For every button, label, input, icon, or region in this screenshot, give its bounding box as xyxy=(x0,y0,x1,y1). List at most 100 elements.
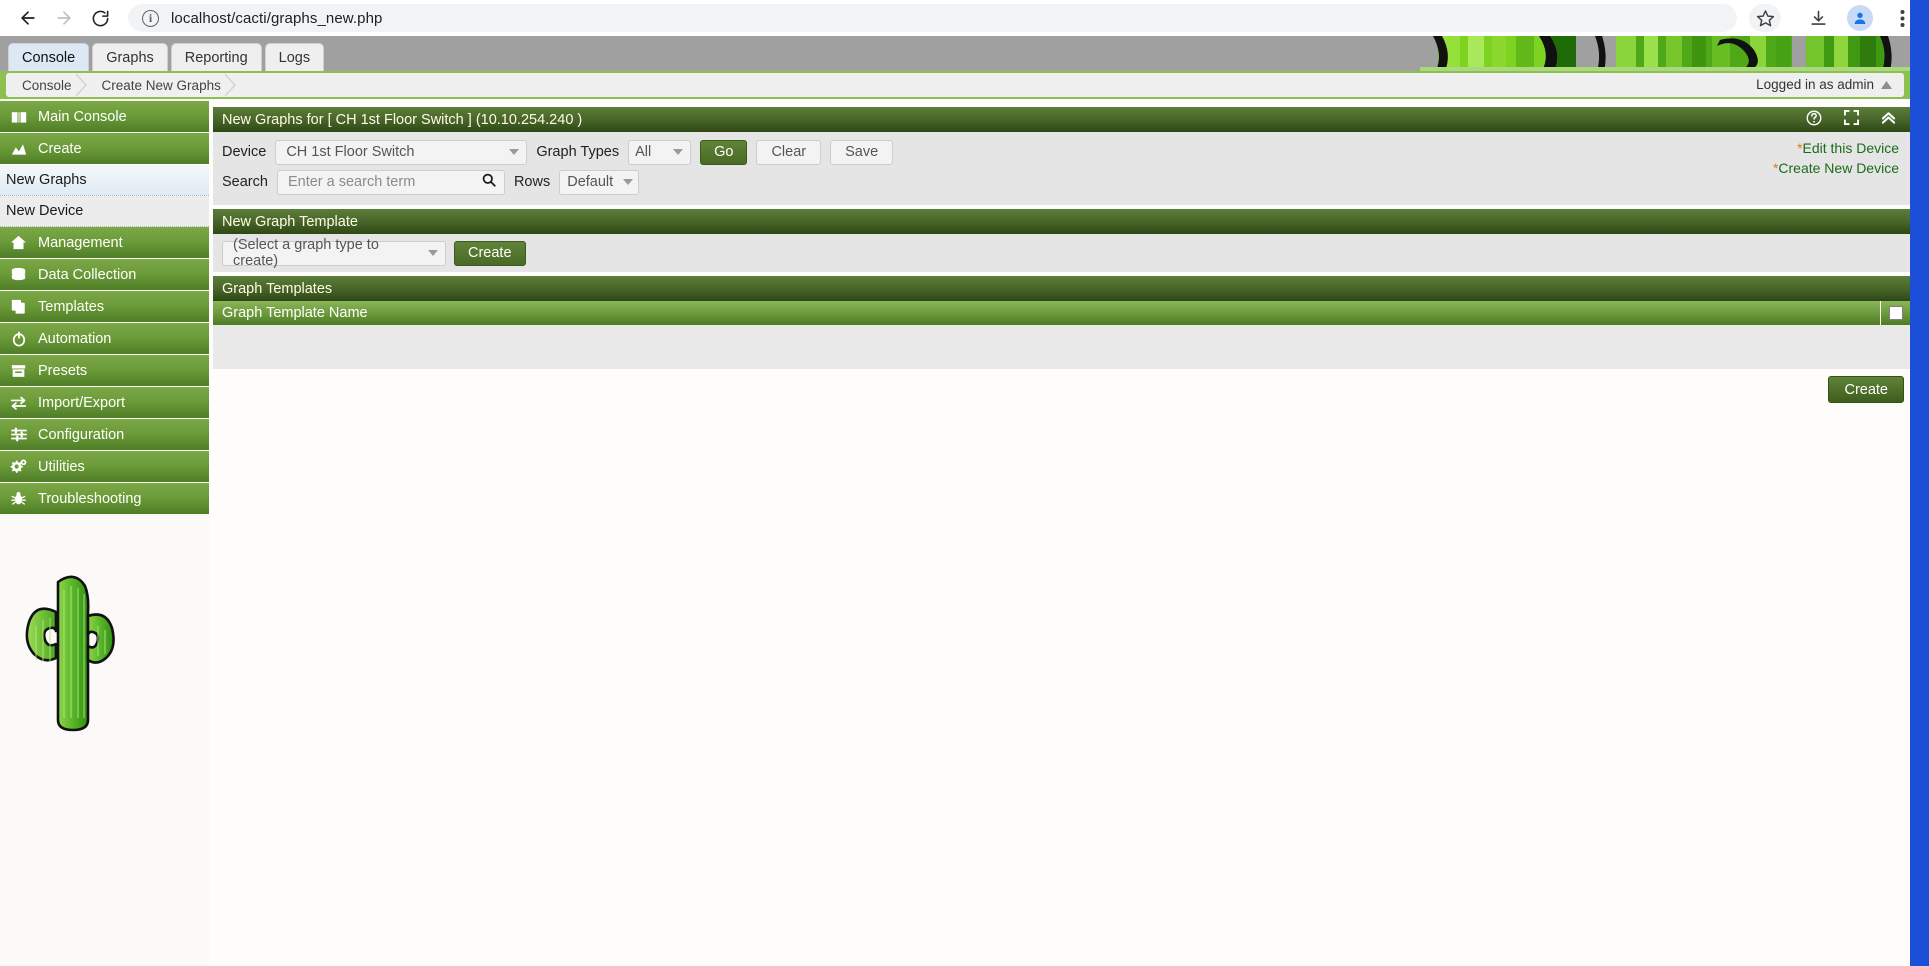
sidebar-label: Configuration xyxy=(38,426,125,443)
main-content: New Graphs for [ CH 1st Floor Switch ] (… xyxy=(209,99,1929,966)
sidebar: Main Console Create New Graphs New Devic… xyxy=(0,99,209,966)
collapse-icon[interactable] xyxy=(1881,110,1896,129)
sidebar-label: Import/Export xyxy=(38,394,126,411)
select-all-checkbox[interactable] xyxy=(1888,306,1903,320)
sidebar-label: Presets xyxy=(38,362,88,379)
new-graph-template-body: (Select a graph type to create) Create xyxy=(213,234,1910,272)
login-label: Logged in as admin xyxy=(1756,77,1874,92)
create-button[interactable]: Create xyxy=(1828,376,1904,403)
graph-templates-panel: Graph Templates Graph Template Name Crea… xyxy=(213,276,1910,403)
rows-value: Default xyxy=(567,174,614,190)
sidebar-item-new-device[interactable]: New Device xyxy=(0,196,209,227)
bug-icon xyxy=(9,491,28,506)
device-label: Device xyxy=(222,144,267,160)
edit-this-device-link[interactable]: *Edit this Device xyxy=(1773,138,1899,158)
tab-graphs[interactable]: Graphs xyxy=(92,43,168,71)
save-button[interactable]: Save xyxy=(830,139,894,165)
info-icon[interactable]: i xyxy=(142,9,159,27)
filter-area: Device CH 1st Floor Switch Graph Types A… xyxy=(213,132,1910,205)
tab-console[interactable]: Console xyxy=(8,43,90,71)
clear-button[interactable]: Clear xyxy=(756,139,822,165)
sidebar-item-templates[interactable]: Templates xyxy=(0,291,209,323)
sidebar-item-create[interactable]: Create xyxy=(0,133,209,165)
filter-row-search: Search Enter a search term Rows Default xyxy=(222,167,1901,197)
page-body: Main Console Create New Graphs New Devic… xyxy=(0,99,1929,966)
sidebar-label: Management xyxy=(38,234,123,251)
rows-label: Rows xyxy=(513,174,551,190)
sidebar-item-data-collection[interactable]: Data Collection xyxy=(0,259,209,291)
breadcrumb-item-create-new-graphs[interactable]: Create New Graphs xyxy=(86,73,237,97)
graph-templates-empty-rows xyxy=(213,325,1910,369)
go-button[interactable]: Go xyxy=(700,139,748,165)
home-icon xyxy=(9,235,28,250)
create-new-device-link[interactable]: *Create New Device xyxy=(1773,158,1899,178)
reload-icon[interactable] xyxy=(84,2,116,34)
chevron-down-icon xyxy=(673,149,684,155)
select-all-cell[interactable] xyxy=(1880,301,1910,325)
panel-header: New Graphs for [ CH 1st Floor Switch ] (… xyxy=(213,107,1910,132)
graph-type-value: (Select a graph type to create) xyxy=(233,237,379,269)
chevron-down-icon xyxy=(509,149,520,155)
search-label: Search xyxy=(222,174,268,190)
profile-avatar-icon[interactable] xyxy=(1845,3,1875,33)
exchange-arrows-icon xyxy=(9,396,28,410)
database-icon xyxy=(9,267,28,283)
sidebar-label: Templates xyxy=(38,298,105,315)
sidebar-item-main-console[interactable]: Main Console xyxy=(0,101,209,133)
bookmark-star-icon[interactable] xyxy=(1749,4,1781,32)
refresh-circle-icon xyxy=(9,331,28,347)
scrollbar-edge[interactable] xyxy=(1910,0,1929,966)
graph-types-label: Graph Types xyxy=(536,144,620,160)
chevron-up-icon xyxy=(1881,80,1892,89)
url-text: localhost/cacti/graphs_new.php xyxy=(171,9,383,27)
sidebar-item-new-graphs[interactable]: New Graphs xyxy=(0,165,209,196)
sidebar-label: Create xyxy=(38,140,82,157)
create-graph-type-button[interactable]: Create xyxy=(454,240,526,266)
sidebar-item-automation[interactable]: Automation xyxy=(0,323,209,355)
graph-templates-header: Graph Templates xyxy=(213,276,1910,301)
cactus-banner-image xyxy=(1420,36,1910,71)
edit-this-device-label: Edit this Device xyxy=(1802,140,1899,156)
new-graphs-panel: New Graphs for [ CH 1st Floor Switch ] (… xyxy=(213,107,1910,205)
sidebar-label: Troubleshooting xyxy=(38,490,142,507)
rows-select[interactable]: Default xyxy=(559,169,640,195)
expand-icon[interactable] xyxy=(1844,110,1859,129)
filter-row-device: Device CH 1st Floor Switch Graph Types A… xyxy=(222,137,1901,167)
archive-icon xyxy=(9,364,28,378)
sidebar-item-presets[interactable]: Presets xyxy=(0,355,209,387)
sidebar-item-import-export[interactable]: Import/Export xyxy=(0,387,209,419)
download-icon[interactable] xyxy=(1803,3,1833,33)
sidebar-item-configuration[interactable]: Configuration xyxy=(0,419,209,451)
back-arrow-icon[interactable] xyxy=(12,2,44,34)
search-input[interactable]: Enter a search term xyxy=(276,169,505,195)
graph-type-row: (Select a graph type to create) Create xyxy=(222,237,1901,269)
breadcrumb-item-console[interactable]: Console xyxy=(6,73,87,97)
new-graph-template-header: New Graph Template xyxy=(213,209,1910,234)
create-button-row: Create xyxy=(213,369,1910,403)
sliders-icon xyxy=(9,427,28,442)
graph-type-select[interactable]: (Select a graph type to create) xyxy=(222,237,446,269)
graph-types-value: All xyxy=(635,144,652,160)
graph-types-select[interactable]: All xyxy=(628,139,692,165)
create-new-device-label: Create New Device xyxy=(1778,160,1899,176)
new-graph-template-panel: New Graph Template (Select a graph type … xyxy=(213,209,1910,272)
device-select[interactable]: CH 1st Floor Switch xyxy=(275,139,528,165)
sidebar-label: Data Collection xyxy=(38,266,137,283)
logged-in-status[interactable]: Logged in as admin xyxy=(1604,73,1904,96)
search-placeholder: Enter a search term xyxy=(287,174,416,190)
sidebar-item-utilities[interactable]: Utilities xyxy=(0,451,209,483)
sidebar-label: Utilities xyxy=(38,458,85,475)
address-bar[interactable]: i localhost/cacti/graphs_new.php xyxy=(128,4,1737,32)
graph-templates-table-header: Graph Template Name xyxy=(213,301,1910,325)
tab-logs[interactable]: Logs xyxy=(264,43,325,71)
search-icon[interactable] xyxy=(482,173,496,191)
sidebar-item-troubleshooting[interactable]: Troubleshooting xyxy=(0,483,209,515)
new-graph-template-title: New Graph Template xyxy=(222,213,358,230)
tab-reporting[interactable]: Reporting xyxy=(170,43,262,71)
help-icon[interactable] xyxy=(1806,110,1822,130)
chevron-down-icon xyxy=(428,250,438,256)
cactus-logo xyxy=(18,560,209,750)
sidebar-item-management[interactable]: Management xyxy=(0,227,209,259)
cacti-tab-bar: Console Graphs Reporting Logs xyxy=(0,36,1929,71)
page-title: New Graphs for [ CH 1st Floor Switch ] (… xyxy=(222,111,583,128)
